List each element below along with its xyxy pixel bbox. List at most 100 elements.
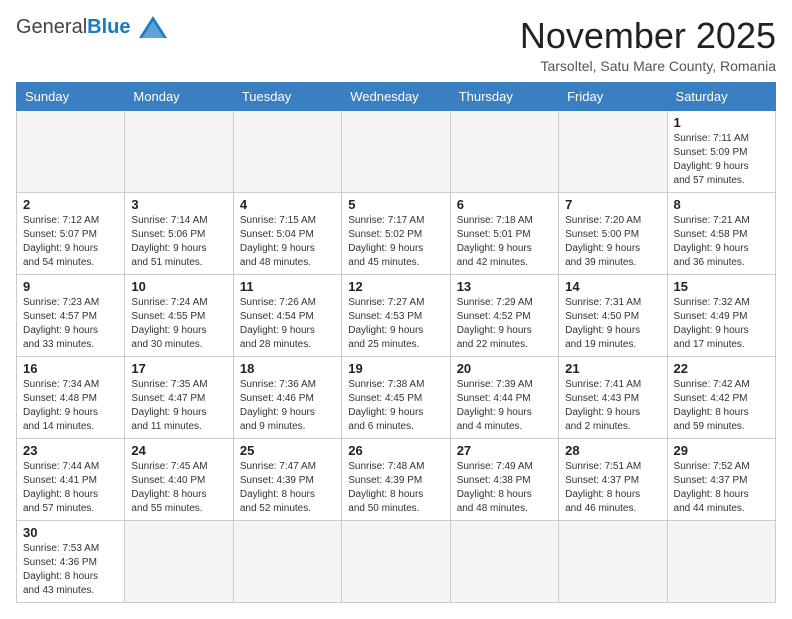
logo-blue: Blue: [87, 16, 130, 38]
calendar-day: 16Sunrise: 7:34 AM Sunset: 4:48 PM Dayli…: [17, 356, 125, 438]
day-info: Sunrise: 7:11 AM Sunset: 5:09 PM Dayligh…: [674, 132, 769, 188]
day-number: 23: [23, 443, 118, 458]
calendar-day: 19 Sunrise: 7:38 AM Sunset: 4:45 PM Dayli…: [342, 356, 450, 438]
calendar-day: 7 Sunrise: 7:20 AM Sunset: 5:00 PM Daylig…: [559, 192, 667, 274]
calendar-day: 1 Sunrise: 7:11 AM Sunset: 5:09 PM Daylig…: [667, 110, 775, 192]
calendar-day: [450, 520, 558, 602]
calendar-day: [17, 110, 125, 192]
calendar-day: 20 Sunrise: 7:39 AM Sunset: 4:44 PM Dayli…: [450, 356, 558, 438]
day-number: 20: [457, 361, 552, 376]
day-info: Sunrise: 7:45 AM Sunset: 4:40 PM Dayligh…: [131, 460, 226, 516]
day-info: Sunrise: 7:53 AM Sunset: 4:36 PM Dayligh…: [23, 542, 118, 598]
day-number: 5: [348, 197, 443, 212]
day-number: 3: [131, 197, 226, 212]
day-number: 19: [348, 361, 443, 376]
page-header: GeneralBlue November 2025 Tarsoltel, Sat…: [16, 16, 776, 74]
calendar-day: [233, 520, 341, 602]
day-info: Sunrise: 7:31 AM Sunset: 4:50 PM Dayligh…: [565, 296, 660, 352]
day-info: Sunrise: 7:49 AM Sunset: 4:38 PM Dayligh…: [457, 460, 552, 516]
day-number: 9: [23, 279, 118, 294]
calendar-day: [450, 110, 558, 192]
day-info: Sunrise: 7:38 AM Sunset: 4:45 PM Dayligh…: [348, 378, 443, 434]
day-info: Sunrise: 7:39 AM Sunset: 4:44 PM Dayligh…: [457, 378, 552, 434]
calendar-day: 4Sunrise: 7:15 AM Sunset: 5:04 PM Daylig…: [233, 192, 341, 274]
day-info: Sunrise: 7:51 AM Sunset: 4:37 PM Dayligh…: [565, 460, 660, 516]
calendar-day: 12Sunrise: 7:27 AM Sunset: 4:53 PM Dayli…: [342, 274, 450, 356]
calendar-day: 15 Sunrise: 7:32 AM Sunset: 4:49 PM Dayli…: [667, 274, 775, 356]
calendar-day: 26Sunrise: 7:48 AM Sunset: 4:39 PM Dayli…: [342, 438, 450, 520]
calendar-table: SundayMondayTuesdayWednesdayThursdayFrid…: [16, 82, 776, 603]
weekday-header-row: SundayMondayTuesdayWednesdayThursdayFrid…: [17, 82, 776, 110]
day-number: 1: [674, 115, 769, 130]
day-info: Sunrise: 7:26 AM Sunset: 4:54 PM Dayligh…: [240, 296, 335, 352]
weekday-header-tuesday: Tuesday: [233, 82, 341, 110]
day-number: 24: [131, 443, 226, 458]
logo: GeneralBlue: [16, 16, 167, 38]
calendar-week-row: 30 Sunrise: 7:53 AM Sunset: 4:36 PM Dayli…: [17, 520, 776, 602]
calendar-day: 8Sunrise: 7:21 AM Sunset: 4:58 PM Daylig…: [667, 192, 775, 274]
calendar-week-row: 23 Sunrise: 7:44 AM Sunset: 4:41 PM Dayli…: [17, 438, 776, 520]
logo-icon: [139, 16, 167, 38]
calendar-day: [342, 520, 450, 602]
day-number: 10: [131, 279, 226, 294]
calendar-day: 25 Sunrise: 7:47 AM Sunset: 4:39 PM Dayli…: [233, 438, 341, 520]
day-number: 30: [23, 525, 118, 540]
day-info: Sunrise: 7:14 AM Sunset: 5:06 PM Dayligh…: [131, 214, 226, 270]
calendar-day: [233, 110, 341, 192]
calendar-day: 3 Sunrise: 7:14 AM Sunset: 5:06 PM Daylig…: [125, 192, 233, 274]
day-info: Sunrise: 7:23 AM Sunset: 4:57 PM Dayligh…: [23, 296, 118, 352]
calendar-day: 17 Sunrise: 7:35 AM Sunset: 4:47 PM Dayli…: [125, 356, 233, 438]
day-info: Sunrise: 7:35 AM Sunset: 4:47 PM Dayligh…: [131, 378, 226, 434]
calendar-day: 28 Sunrise: 7:51 AM Sunset: 4:37 PM Dayli…: [559, 438, 667, 520]
day-number: 25: [240, 443, 335, 458]
calendar-day: 11Sunrise: 7:26 AM Sunset: 4:54 PM Dayli…: [233, 274, 341, 356]
logo-general: General: [16, 16, 87, 38]
day-number: 14: [565, 279, 660, 294]
day-number: 21: [565, 361, 660, 376]
calendar-day: [559, 520, 667, 602]
day-info: Sunrise: 7:20 AM Sunset: 5:00 PM Dayligh…: [565, 214, 660, 270]
day-number: 28: [565, 443, 660, 458]
day-info: Sunrise: 7:48 AM Sunset: 4:39 PM Dayligh…: [348, 460, 443, 516]
calendar-day: 2Sunrise: 7:12 AM Sunset: 5:07 PM Daylig…: [17, 192, 125, 274]
calendar-day: 29 Sunrise: 7:52 AM Sunset: 4:37 PM Dayli…: [667, 438, 775, 520]
calendar-day: 9 Sunrise: 7:23 AM Sunset: 4:57 PM Daylig…: [17, 274, 125, 356]
calendar-day: [342, 110, 450, 192]
day-number: 7: [565, 197, 660, 212]
calendar-day: 10 Sunrise: 7:24 AM Sunset: 4:55 PM Dayli…: [125, 274, 233, 356]
calendar-day: [125, 520, 233, 602]
day-info: Sunrise: 7:52 AM Sunset: 4:37 PM Dayligh…: [674, 460, 769, 516]
day-number: 27: [457, 443, 552, 458]
month-title: November 2025: [520, 16, 776, 56]
day-number: 8: [674, 197, 769, 212]
location-subtitle: Tarsoltel, Satu Mare County, Romania: [520, 58, 776, 74]
calendar-day: 23 Sunrise: 7:44 AM Sunset: 4:41 PM Dayli…: [17, 438, 125, 520]
title-section: November 2025 Tarsoltel, Satu Mare Count…: [520, 16, 776, 74]
day-info: Sunrise: 7:44 AM Sunset: 4:41 PM Dayligh…: [23, 460, 118, 516]
calendar-week-row: 16Sunrise: 7:34 AM Sunset: 4:48 PM Dayli…: [17, 356, 776, 438]
day-number: 2: [23, 197, 118, 212]
day-number: 29: [674, 443, 769, 458]
day-info: Sunrise: 7:17 AM Sunset: 5:02 PM Dayligh…: [348, 214, 443, 270]
calendar-day: [125, 110, 233, 192]
day-info: Sunrise: 7:24 AM Sunset: 4:55 PM Dayligh…: [131, 296, 226, 352]
weekday-header-thursday: Thursday: [450, 82, 558, 110]
calendar-day: 5 Sunrise: 7:17 AM Sunset: 5:02 PM Daylig…: [342, 192, 450, 274]
day-number: 15: [674, 279, 769, 294]
calendar-day: 22Sunrise: 7:42 AM Sunset: 4:42 PM Dayli…: [667, 356, 775, 438]
day-number: 17: [131, 361, 226, 376]
day-info: Sunrise: 7:18 AM Sunset: 5:01 PM Dayligh…: [457, 214, 552, 270]
calendar-week-row: 2Sunrise: 7:12 AM Sunset: 5:07 PM Daylig…: [17, 192, 776, 274]
day-number: 4: [240, 197, 335, 212]
calendar-day: [559, 110, 667, 192]
day-number: 6: [457, 197, 552, 212]
day-number: 13: [457, 279, 552, 294]
calendar-day: 24 Sunrise: 7:45 AM Sunset: 4:40 PM Dayli…: [125, 438, 233, 520]
weekday-header-friday: Friday: [559, 82, 667, 110]
day-number: 12: [348, 279, 443, 294]
day-info: Sunrise: 7:47 AM Sunset: 4:39 PM Dayligh…: [240, 460, 335, 516]
weekday-header-sunday: Sunday: [17, 82, 125, 110]
day-info: Sunrise: 7:32 AM Sunset: 4:49 PM Dayligh…: [674, 296, 769, 352]
calendar-day: 13Sunrise: 7:29 AM Sunset: 4:52 PM Dayli…: [450, 274, 558, 356]
day-info: Sunrise: 7:42 AM Sunset: 4:42 PM Dayligh…: [674, 378, 769, 434]
